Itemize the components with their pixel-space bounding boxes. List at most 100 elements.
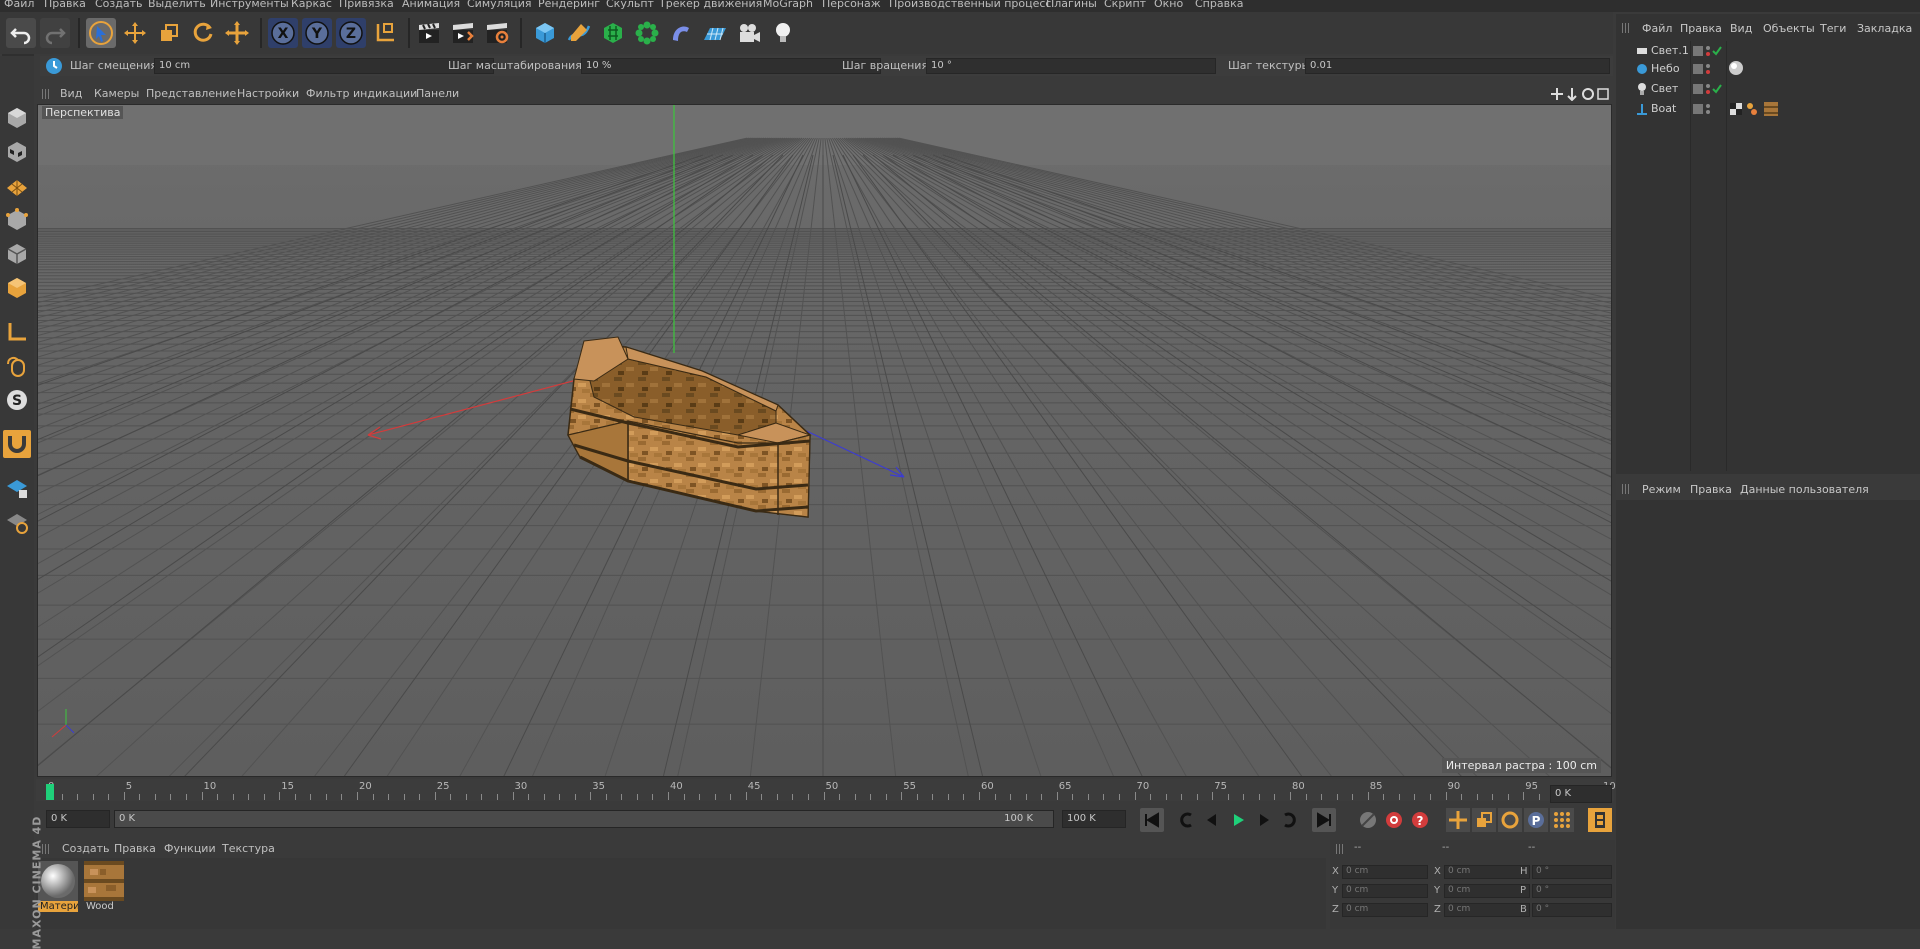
go-to-end-button[interactable] <box>1312 808 1336 832</box>
material-menu-functions[interactable]: Функции <box>164 842 216 855</box>
rotation-p-field[interactable]: 0 ° <box>1532 884 1612 898</box>
autokeying-button[interactable] <box>1382 808 1406 832</box>
menu-plugins[interactable]: Плагины <box>1046 0 1097 10</box>
object-row[interactable]: Свет <box>1616 80 1920 98</box>
viewport-menu-panels[interactable]: Панели <box>416 87 459 100</box>
go-to-start-button[interactable] <box>1140 808 1164 832</box>
size-y-field[interactable]: 0 cm <box>1444 884 1530 898</box>
texture-mode-button[interactable] <box>3 138 31 166</box>
attribute-menu-edit[interactable]: Правка <box>1690 483 1732 496</box>
point-mode-button[interactable] <box>3 206 31 234</box>
visibility-dots-icon[interactable] <box>1693 45 1723 57</box>
camera-object-button[interactable] <box>734 18 764 48</box>
size-x-field[interactable]: 0 cm <box>1444 865 1530 879</box>
size-z-field[interactable]: 0 cm <box>1444 903 1530 917</box>
y-axis-lock-button[interactable]: Y <box>302 18 332 48</box>
x-axis-lock-button[interactable]: X <box>268 18 298 48</box>
object-menu-objects[interactable]: Объекты <box>1763 22 1815 35</box>
deformer-button[interactable] <box>666 18 696 48</box>
key-rotation-button[interactable] <box>1498 808 1522 832</box>
object-menu-edit[interactable]: Правка <box>1680 22 1722 35</box>
object-menu-bookmarks[interactable]: Закладка <box>1857 22 1912 35</box>
end-frame-field[interactable]: 100 K <box>1062 810 1126 828</box>
object-row[interactable]: Свет.1 <box>1616 42 1920 60</box>
visibility-dots-icon[interactable] <box>1693 63 1713 75</box>
floor-object-button[interactable] <box>700 18 730 48</box>
axis-mode-button[interactable] <box>3 318 31 346</box>
polygon-mode-button[interactable] <box>3 274 31 302</box>
menu-render[interactable]: Рендеринг <box>538 0 600 10</box>
render-settings-button[interactable] <box>482 18 512 48</box>
play-button[interactable] <box>1226 808 1250 832</box>
key-position-button[interactable] <box>1446 808 1470 832</box>
previous-key-button[interactable] <box>1174 808 1198 832</box>
object-row[interactable]: Небо <box>1616 60 1920 78</box>
visibility-dots-icon[interactable] <box>1693 103 1713 115</box>
grid-settings-button[interactable] <box>3 508 31 536</box>
rotation-h-field[interactable]: 0 ° <box>1532 865 1612 879</box>
workplane-mode-button[interactable] <box>3 172 31 200</box>
viewport-menu-filter[interactable]: Фильтр индикации <box>306 87 417 100</box>
menu-window[interactable]: Окно <box>1154 0 1183 10</box>
object-menu-tags[interactable]: Теги <box>1820 22 1846 35</box>
z-axis-lock-button[interactable]: Z <box>336 18 366 48</box>
menu-pipeline[interactable]: Производственный процесс <box>889 0 1051 10</box>
snap-settings-button[interactable] <box>44 56 64 76</box>
solo-button[interactable]: S <box>3 386 31 414</box>
menu-motion-tracker[interactable]: Трекер движения <box>659 0 762 10</box>
menu-mesh[interactable]: Каркас <box>291 0 332 10</box>
material-item[interactable]: Матери <box>38 861 78 917</box>
redo-button[interactable] <box>40 18 70 48</box>
position-x-field[interactable]: 0 cm <box>1342 865 1428 879</box>
key-parameter-button[interactable]: P <box>1524 808 1548 832</box>
attribute-menu-mode[interactable]: Режим <box>1642 483 1681 496</box>
current-frame-marker[interactable] <box>46 784 54 800</box>
menu-simulate[interactable]: Симуляция <box>467 0 532 10</box>
viewport-menu-cameras[interactable]: Камеры <box>94 87 139 100</box>
move-tool-button[interactable] <box>120 18 150 48</box>
menu-sculpt[interactable]: Скульпт <box>606 0 654 10</box>
attribute-menu-user-data[interactable]: Данные пользователя <box>1740 483 1869 496</box>
key-pla-button[interactable] <box>1550 808 1574 832</box>
transform-tool-button[interactable] <box>222 18 252 48</box>
menu-select[interactable]: Выделить <box>148 0 206 10</box>
previous-frame-button[interactable] <box>1200 808 1224 832</box>
grid-lock-button[interactable] <box>3 474 31 502</box>
viewport-menu-options[interactable]: Настройки <box>237 87 299 100</box>
scale-tool-button[interactable] <box>154 18 184 48</box>
tweak-mode-button[interactable] <box>3 352 31 380</box>
coordinate-system-button[interactable] <box>370 18 400 48</box>
material-menu-texture[interactable]: Текстура <box>222 842 275 855</box>
material-item[interactable]: Wood <box>84 861 124 917</box>
frame-range-slider[interactable]: 0 K 100 K <box>114 810 1054 828</box>
menu-file[interactable]: Файл <box>4 0 34 10</box>
timeline-frame-readout[interactable]: 0 K <box>1550 785 1612 803</box>
rotation-b-field[interactable]: 0 ° <box>1532 903 1612 917</box>
menu-snap[interactable]: Привязка <box>339 0 394 10</box>
menu-animate[interactable]: Анимация <box>402 0 460 10</box>
rotate-tool-button[interactable] <box>188 18 218 48</box>
record-keys-button[interactable] <box>1356 808 1380 832</box>
perspective-viewport[interactable]: Перспектива Интервал растра : 100 cm <box>37 104 1612 777</box>
cube-object-button[interactable] <box>530 18 560 48</box>
menu-tools[interactable]: Инструменты <box>210 0 289 10</box>
viewport-menu-view[interactable]: Вид <box>60 87 82 100</box>
timeline-ruler[interactable]: 0510152025303540455055606570758085909510… <box>36 779 1622 801</box>
next-frame-button[interactable] <box>1252 808 1276 832</box>
material-menu-edit[interactable]: Правка <box>114 842 156 855</box>
visibility-dots-icon[interactable] <box>1693 83 1723 95</box>
render-to-picture-viewer-button[interactable] <box>448 18 478 48</box>
position-y-field[interactable]: 0 cm <box>1342 884 1428 898</box>
edge-mode-button[interactable] <box>3 240 31 268</box>
render-view-button[interactable] <box>414 18 444 48</box>
material-menu-create[interactable]: Создать <box>62 842 110 855</box>
object-row[interactable]: Boat <box>1616 100 1920 118</box>
position-z-field[interactable]: 0 cm <box>1342 903 1428 917</box>
menu-edit[interactable]: Правка <box>44 0 86 10</box>
texture-step-field[interactable]: 0.01 <box>1305 58 1610 74</box>
undo-button[interactable] <box>6 18 36 48</box>
menu-help[interactable]: Справка <box>1195 0 1243 10</box>
viewport-nav-icons[interactable] <box>1550 87 1610 101</box>
timeline-button[interactable] <box>1588 808 1612 832</box>
model-mode-button[interactable] <box>3 104 31 132</box>
